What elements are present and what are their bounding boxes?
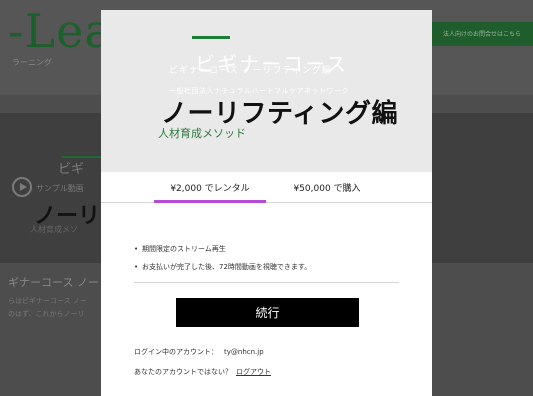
not-your-account: あなたのアカウントではない？ ログアウト [134, 367, 271, 377]
tab-buy[interactable]: ¥50,000 で購入 [281, 172, 373, 203]
logged-in-account: ログイン中のアカウント： ty@nhcn.jp [134, 347, 264, 357]
thumbnail-accent-line [192, 36, 230, 39]
rental-terms-list: 期間限定のストリーム再生 お支払いが完了した後、72時間動画を視聴できます。 [134, 240, 311, 276]
account-label: ログイン中のアカウント： [134, 348, 218, 356]
thumbnail-subtitle-small: ビギナーコース ノーリフティング編 [169, 63, 332, 76]
background-paragraph: のはず、これからノーリ [8, 310, 85, 318]
purchase-tabs: ¥2,000 でレンタル ¥50,000 で購入 [101, 172, 432, 203]
thumbnail-caption: 人材育成メソッド [158, 127, 246, 140]
selected-tab-indicator [154, 200, 266, 203]
purchase-modal: ビギナーコース ビギナーコース ノーリフティング編 一般社団法人ナチュラルハート… [101, 10, 432, 396]
not-you-text: あなたのアカウントではない？ [134, 368, 232, 376]
list-item: 期間限定のストリーム再生 [134, 240, 311, 258]
background-play-text: サンプル動画 [36, 184, 84, 193]
list-item: お支払いが完了した後、72時間動画を視聴できます。 [134, 258, 311, 276]
background-contact-text: 法人向けのお問合せはこちら [442, 31, 521, 38]
background-paragraph: らはビギナーコース ノー [8, 297, 87, 305]
background-subtitle: ラーニング [12, 58, 52, 67]
thumbnail-subtitle-course: ビギナーコース [169, 66, 239, 76]
background-logo: -Lea [8, 4, 113, 58]
tab-rent[interactable]: ¥2,000 でレンタル [154, 172, 266, 203]
background-hero-caption: 人材育成メソ [30, 225, 78, 234]
background-hero-title-small: ビギ [58, 162, 85, 177]
thumbnail-subtitle-tail: ノーリフティング編 [242, 66, 332, 76]
play-icon [12, 177, 32, 197]
logout-link[interactable]: ログアウト [236, 368, 271, 376]
video-thumbnail: ビギナーコース ビギナーコース ノーリフティング編 一般社団法人ナチュラルハート… [101, 10, 432, 172]
divider [134, 282, 399, 283]
continue-button[interactable]: 続行 [176, 298, 359, 327]
account-email: ty@nhcn.jp [224, 348, 264, 356]
background-heading: ギナーコース ノー [8, 276, 99, 289]
